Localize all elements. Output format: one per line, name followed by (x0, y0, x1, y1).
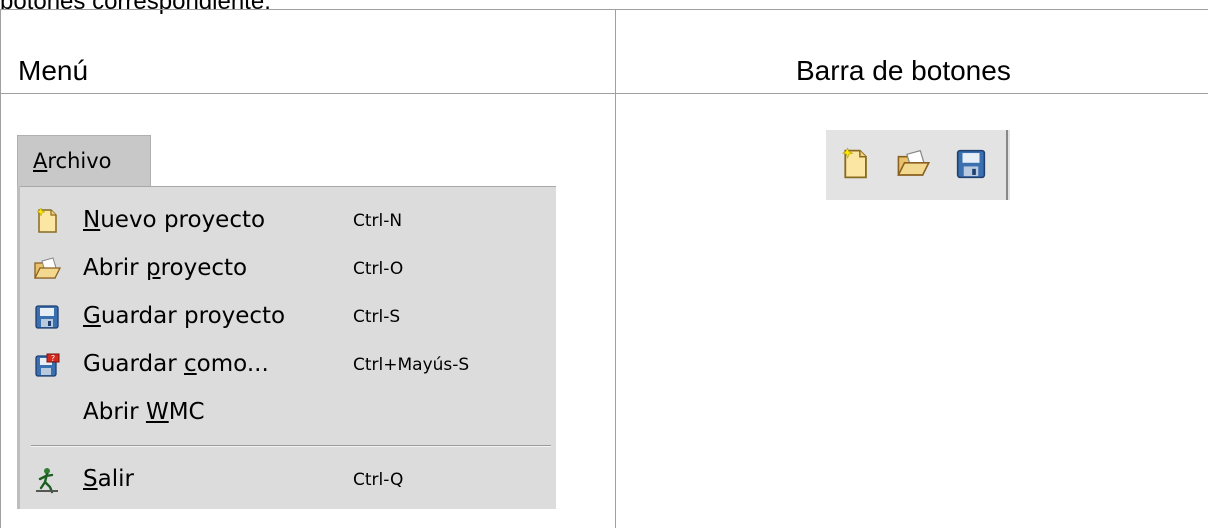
top-text-fragment: botones correspondiente. (0, 0, 271, 15)
table-border-middle (615, 9, 616, 528)
menu-item-label: Guardar proyecto (83, 303, 286, 329)
button-toolbar (826, 130, 1010, 200)
menu-item-label: Salir (83, 466, 134, 492)
menu-item-abrir-wmc[interactable]: Abrir WMC (17, 389, 556, 437)
header-menu: Menú (18, 55, 89, 86)
open-folder-icon[interactable] (896, 147, 931, 181)
menu-item-label: Abrir WMC (83, 399, 205, 425)
menu-title-mnemonic: A (33, 149, 48, 173)
menu-left-edge (17, 186, 20, 509)
menu-archivo[interactable]: Archivo (17, 135, 151, 186)
header-toolbar: Barra de botones (796, 55, 1011, 86)
menu-item-label: Nuevo proyecto (83, 207, 266, 233)
menu-item-guardar-proyecto[interactable]: Guardar proyecto Ctrl-S (17, 293, 556, 341)
menu-title-rest: rchivo (47, 149, 112, 173)
table-border-header (0, 93, 1208, 94)
table-border-top (0, 9, 1208, 10)
menu-item-shortcut: Ctrl-S (353, 307, 401, 327)
save-disk-icon[interactable] (954, 147, 988, 181)
open-folder-icon (33, 255, 62, 283)
new-document-icon[interactable] (838, 147, 872, 181)
new-document-icon (33, 207, 61, 235)
menu-dropdown: Nuevo proyecto Ctrl-N Abrir proyecto Ctr… (17, 186, 556, 509)
menu-item-shortcut: Ctrl-N (353, 211, 403, 231)
menu-item-salir[interactable]: Salir Ctrl-Q (17, 456, 556, 504)
menu-separator (31, 445, 551, 447)
menu-item-label: Guardar como... (83, 351, 269, 377)
menu-item-abrir-proyecto[interactable]: Abrir proyecto Ctrl-O (17, 245, 556, 293)
menu-item-label: Abrir proyecto (83, 255, 248, 281)
menu-item-guardar-como[interactable]: ? Guardar como... Ctrl+Mayús-S (17, 341, 556, 389)
save-as-icon: ? (33, 351, 61, 379)
menu-item-shortcut: Ctrl-Q (353, 470, 404, 490)
toolbar-separator (1006, 130, 1008, 200)
save-disk-icon (33, 303, 61, 331)
menu-item-shortcut: Ctrl+Mayús-S (353, 355, 470, 375)
menu-item-nuevo-proyecto[interactable]: Nuevo proyecto Ctrl-N (17, 197, 556, 245)
menu-item-shortcut: Ctrl-O (353, 259, 404, 279)
svg-text:?: ? (51, 354, 55, 363)
exit-icon (33, 466, 61, 494)
table-border-left (0, 9, 1, 528)
